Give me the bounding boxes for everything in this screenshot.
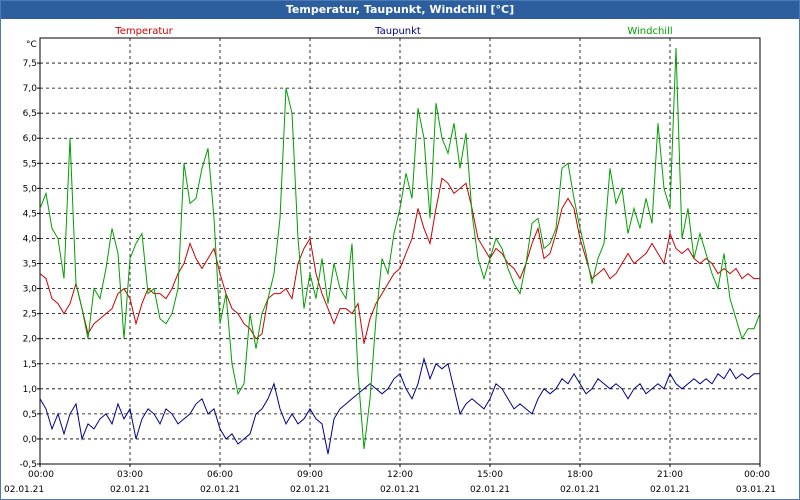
x-tick-date: 02.01.21 [4,485,44,495]
x-tick-time: 06:00 [207,470,233,480]
x-tick-date: 02.01.21 [110,485,150,495]
x-tick-time: 21:00 [657,470,683,480]
x-tick-time: 09:00 [297,470,323,480]
y-tick-label: 6,0 [23,134,38,144]
y-axis-label: °C [26,40,37,50]
legend-item: Taupunkt [374,26,421,37]
y-tick-label: 7,5 [23,59,37,69]
line-chart: -0,5 0,0 0,5 1,0 1,5 2,0 2,5 3,0 3,5 4,0 4,5 5,0 5,5… [4,26,776,495]
y-tick-label: 1,0 [23,385,38,395]
x-axis-ticks: 00:00 02.01.21 03:00 02.01.21 06:00 02.01.21 0… [4,464,776,495]
y-tick-label: -0,5 [19,460,37,470]
x-tick-date: 02.01.21 [290,485,330,495]
x-tick-time: 00:00 [28,470,54,480]
y-tick-label: 0,5 [23,410,37,420]
x-tick-time: 15:00 [477,470,503,480]
y-axis-ticks: -0,5 0,0 0,5 1,0 1,5 2,0 2,5 3,0 3,5 4,0 4,5 5,0 5,5… [19,59,40,470]
y-tick-label: 3,5 [23,260,37,270]
y-tick-label: 4,5 [23,209,37,219]
x-tick-date: 02.01.21 [200,485,240,495]
y-tick-label: 5,0 [23,184,38,194]
x-tick-date: 02.01.21 [380,485,420,495]
y-tick-label: 5,5 [23,159,37,169]
x-tick-time: 12:00 [387,470,413,480]
y-tick-label: 6,5 [23,109,37,119]
y-tick-label: 2,0 [23,335,38,345]
x-tick-time: 03:00 [117,470,143,480]
legend-item: Temperatur [114,26,173,37]
y-tick-label: 2,5 [23,310,37,320]
y-tick-label: 7,0 [23,84,38,94]
y-tick-label: 0,0 [23,435,38,445]
x-tick-date: 03.01.21 [736,485,776,495]
x-tick-time: 18:00 [567,470,593,480]
legend-item: Windchill [627,26,672,37]
x-tick-date: 02.01.21 [470,485,510,495]
legend: Temperatur Taupunkt Windchill [114,26,672,37]
x-tick-date: 02.01.21 [650,485,690,495]
y-tick-label: 3,0 [23,285,38,295]
x-tick-time: 00:00 [744,470,770,480]
y-tick-label: 1,5 [23,360,37,370]
y-tick-label: 4,0 [23,234,38,244]
x-tick-date: 02.01.21 [560,485,600,495]
